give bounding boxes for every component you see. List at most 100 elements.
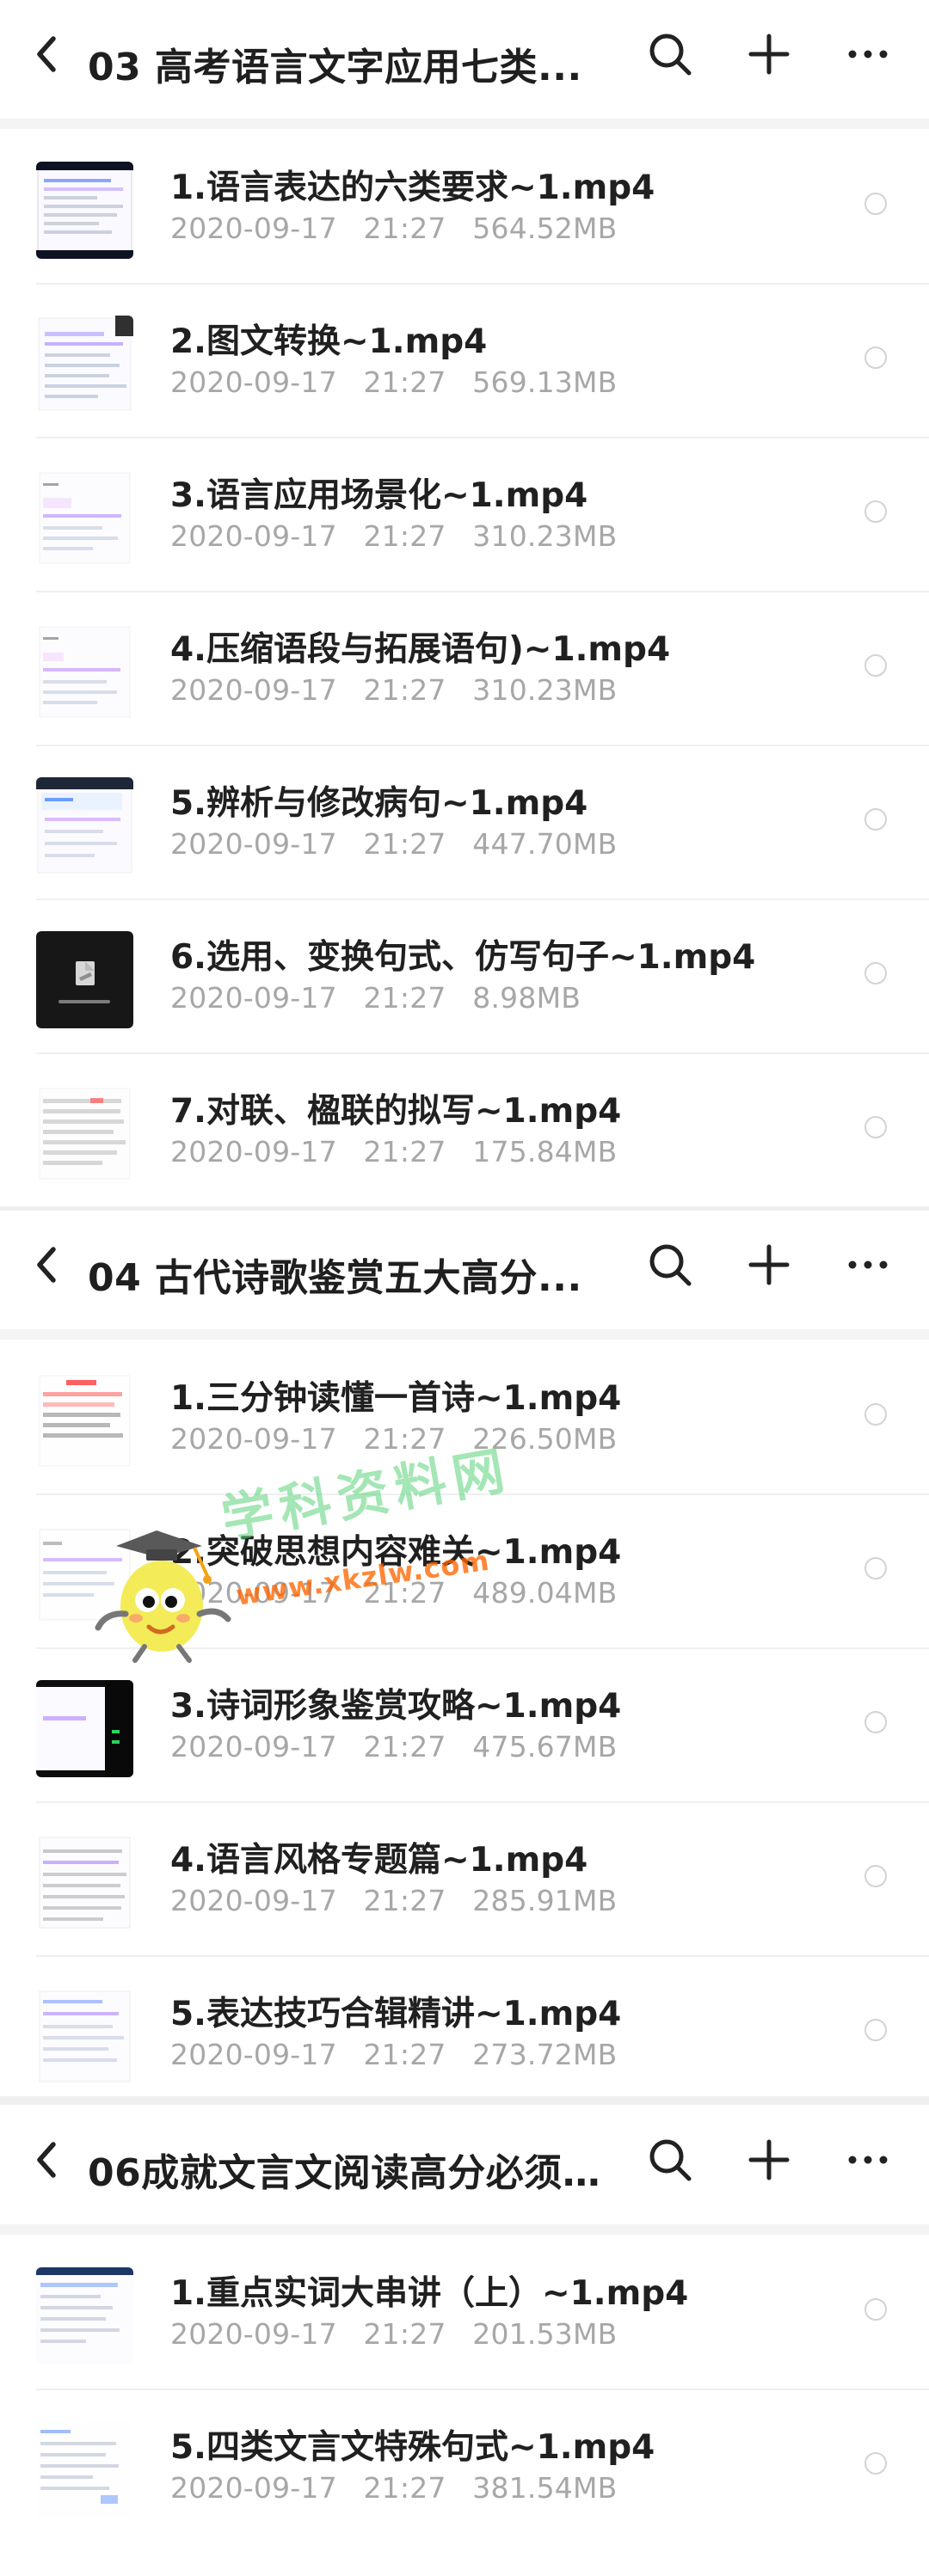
radio-circle-icon[interactable]: [864, 962, 887, 984]
document-video-thumb: [36, 1085, 133, 1182]
radio-circle-icon[interactable]: [864, 347, 887, 369]
file-row[interactable]: 4.压缩语段与拓展语句)~1.mp4 2020-09-17 21:27 310.…: [0, 591, 929, 745]
file-meta: 2020-09-17 21:27 175.84MB: [170, 1135, 617, 1168]
plus-icon[interactable]: [743, 1239, 795, 1291]
radio-circle-icon[interactable]: [864, 654, 887, 677]
file-row[interactable]: 3.诗词形象鉴赏攻略~1.mp4 2020-09-17 21:27 475.67…: [0, 1647, 929, 1801]
file-row[interactable]: 5.四类文言文特殊句式~1.mp4 2020-09-17 21:27 381.5…: [0, 2389, 929, 2542]
file-row[interactable]: 2.图文转换~1.mp4 2020-09-17 21:27 569.13MB: [0, 283, 929, 437]
file-meta: 2020-09-17 21:27 447.70MB: [170, 827, 617, 861]
file-meta: 2020-09-17 21:27 475.67MB: [170, 1730, 617, 1763]
radio-circle-icon[interactable]: [864, 808, 887, 831]
radio-circle-icon[interactable]: [864, 1557, 887, 1579]
folder-header: 04 古代诗歌鉴赏五大高分...: [0, 1211, 929, 1340]
file-meta: 2020-09-17 21:27 381.54MB: [170, 2471, 617, 2505]
file-time: 21:27: [363, 1576, 446, 1610]
folder-title: 03 高考语言文字应用七类...: [88, 46, 582, 89]
document-video-thumb: [36, 316, 133, 413]
file-meta: 2020-09-17 21:27 226.50MB: [170, 1422, 617, 1456]
radio-circle-icon[interactable]: [864, 1711, 887, 1733]
radio-circle-icon[interactable]: [864, 2298, 887, 2321]
file-name: 6.选用、变换句式、仿写句子~1.mp4: [170, 938, 756, 977]
file-row[interactable]: 6.选用、变换句式、仿写句子~1.mp4 2020-09-17 21:27 8.…: [0, 899, 929, 1052]
file-row[interactable]: 2.突破思想内容难关~1.mp4 2020-09-17 21:27 489.04…: [0, 1493, 929, 1647]
file-name: 7.对联、楹联的拟写~1.mp4: [170, 1092, 622, 1131]
folder-section: 04 古代诗歌鉴赏五大高分... 1.三分钟读懂一首诗~1.mp4 2020-0…: [0, 1211, 929, 2109]
document-video-thumb: [36, 1372, 133, 1469]
document-video-thumb: [36, 1988, 133, 2085]
radio-circle-icon[interactable]: [864, 1865, 887, 1887]
file-time: 21:27: [363, 2038, 446, 2071]
file-time: 21:27: [363, 365, 446, 399]
file-date: 2020-09-17: [170, 519, 337, 553]
file-name: 5.表达技巧合辑精讲~1.mp4: [170, 1995, 622, 2033]
search-icon[interactable]: [644, 2134, 696, 2186]
more-horizontal-icon[interactable]: [842, 28, 894, 80]
radio-circle-icon[interactable]: [864, 193, 887, 215]
file-time: 21:27: [363, 981, 446, 1015]
file-row[interactable]: 1.语言表达的六类要求~1.mp4 2020-09-17 21:27 564.5…: [0, 129, 929, 283]
file-row[interactable]: 5.表达技巧合辑精讲~1.mp4 2020-09-17 21:27 273.72…: [0, 1955, 929, 2109]
file-row[interactable]: 4.语言风格专题篇~1.mp4 2020-09-17 21:27 285.91M…: [0, 1801, 929, 1955]
file-time: 21:27: [363, 1884, 446, 1917]
folder-section: 06成就文言文阅读高分必须... 1.重点实词大串讲（上）~1.mp4 2020…: [0, 2106, 929, 2576]
document-video-thumb: [36, 2267, 133, 2364]
document-video-thumb: [36, 1085, 133, 1182]
dark-video-thumb: [36, 1680, 133, 1777]
search-icon[interactable]: [644, 28, 696, 80]
document-video-thumb: [36, 1526, 133, 1623]
file-time: 21:27: [363, 1422, 446, 1456]
document-video-thumb: [36, 623, 133, 721]
file-meta: 2020-09-17 21:27 8.98MB: [170, 981, 581, 1015]
file-date: 2020-09-17: [170, 827, 337, 861]
document-video-thumb: [36, 777, 133, 874]
file-meta: 2020-09-17 21:27 569.13MB: [170, 365, 617, 399]
file-time: 21:27: [363, 1730, 446, 1763]
file-time: 21:27: [363, 212, 446, 245]
file-meta: 2020-09-17 21:27 310.23MB: [170, 673, 617, 707]
chevron-left-icon[interactable]: [24, 28, 76, 80]
document-video-thumb: [36, 1988, 133, 2085]
file-row[interactable]: 1.三分钟读懂一首诗~1.mp4 2020-09-17 21:27 226.50…: [0, 1340, 929, 1493]
file-date: 2020-09-17: [170, 2471, 337, 2505]
plus-icon[interactable]: [743, 28, 795, 80]
chevron-left-icon[interactable]: [24, 1239, 76, 1291]
more-horizontal-icon[interactable]: [842, 2134, 894, 2186]
radio-circle-icon[interactable]: [864, 500, 887, 523]
file-row[interactable]: 5.辨析与修改病句~1.mp4 2020-09-17 21:27 447.70M…: [0, 745, 929, 899]
file-list: 1.三分钟读懂一首诗~1.mp4 2020-09-17 21:27 226.50…: [0, 1340, 929, 2109]
radio-circle-icon[interactable]: [864, 1403, 887, 1426]
file-size: 8.98MB: [472, 981, 581, 1015]
file-date: 2020-09-17: [170, 981, 337, 1015]
file-size: 475.67MB: [472, 1730, 618, 1763]
file-size: 175.84MB: [472, 1135, 618, 1168]
file-size: 381.54MB: [472, 2471, 618, 2505]
file-size: 201.53MB: [472, 2317, 618, 2351]
file-name: 5.辨析与修改病句~1.mp4: [170, 784, 588, 823]
document-video-thumb: [36, 777, 133, 874]
radio-circle-icon[interactable]: [864, 2452, 887, 2475]
document-video-thumb: [36, 2421, 133, 2518]
more-horizontal-icon[interactable]: [842, 1239, 894, 1291]
file-row[interactable]: 7.对联、楹联的拟写~1.mp4 2020-09-17 21:27 175.84…: [0, 1052, 929, 1206]
document-video-thumb: [36, 2267, 133, 2364]
document-video-thumb: [36, 1372, 133, 1469]
file-size: 226.50MB: [472, 1422, 618, 1456]
search-icon[interactable]: [644, 1239, 696, 1291]
file-date: 2020-09-17: [170, 212, 337, 245]
radio-circle-icon[interactable]: [864, 1116, 887, 1138]
file-size: 569.13MB: [472, 365, 618, 399]
file-row[interactable]: 3.语言应用场景化~1.mp4 2020-09-17 21:27 310.23M…: [0, 437, 929, 591]
file-meta: 2020-09-17 21:27 489.04MB: [170, 1576, 617, 1610]
radio-circle-icon[interactable]: [864, 2019, 887, 2041]
document-video-thumb: [36, 316, 133, 413]
file-row[interactable]: 1.重点实词大串讲（上）~1.mp4 2020-09-17 21:27 201.…: [0, 2235, 929, 2389]
dark-video-thumb: [36, 931, 133, 1028]
file-meta: 2020-09-17 21:27 564.52MB: [170, 212, 617, 245]
folder-title: 06成就文言文阅读高分必须...: [88, 2151, 604, 2195]
plus-icon[interactable]: [743, 2134, 795, 2186]
file-date: 2020-09-17: [170, 1576, 337, 1610]
chevron-left-icon[interactable]: [24, 2134, 76, 2186]
file-name: 4.压缩语段与拓展语句)~1.mp4: [170, 630, 671, 669]
document-video-thumb: [36, 623, 133, 721]
